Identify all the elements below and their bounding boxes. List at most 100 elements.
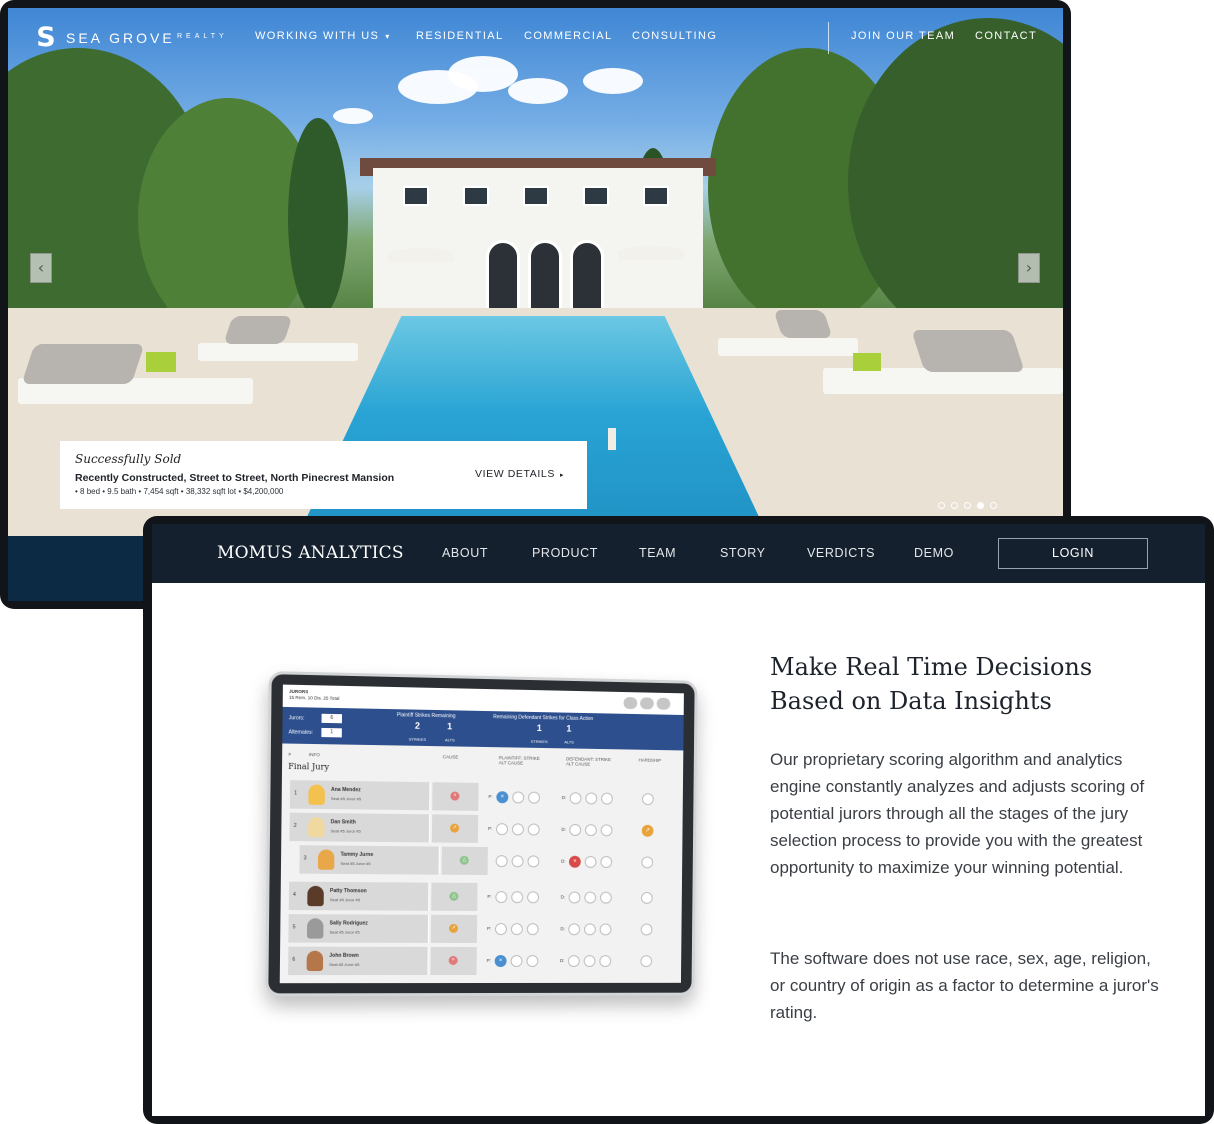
defendant-alt-toggle[interactable] — [584, 824, 597, 837]
juror-avatar — [307, 885, 324, 907]
defendant-strike-toggle[interactable]: × — [568, 855, 581, 868]
plaintiff-alt-toggle[interactable] — [510, 923, 523, 936]
cause-icon[interactable]: △ — [459, 855, 469, 865]
juror-row[interactable]: 2 Dan Smith Seat #5 Juror #5 ↗ P: D: ↗ — [289, 812, 680, 845]
plaintiff-alt-toggle[interactable] — [510, 955, 523, 968]
plaintiff-strike-toggle[interactable] — [494, 923, 507, 936]
nav-commercial[interactable]: COMMERCIAL — [524, 30, 613, 42]
nav-consulting[interactable]: CONSULTING — [632, 30, 717, 42]
nav-demo[interactable]: DEMO — [914, 546, 954, 560]
plaintiff-strike-toggle[interactable]: × — [496, 791, 509, 804]
juror-seat: Seat #5 Juror #5 — [340, 860, 371, 867]
defendant-strike-toggle[interactable] — [568, 891, 581, 904]
slider-dot[interactable] — [938, 502, 945, 509]
plaintiff-label: P: — [488, 794, 493, 800]
juror-row[interactable]: 3 Tammy Jurne Seat #5 Juror #5 △ D: × — [289, 845, 680, 876]
hardship-toggle[interactable] — [640, 955, 653, 968]
toolbar-pill[interactable] — [656, 697, 671, 710]
juror-seat: Seat #5 Juror #5 — [329, 961, 360, 967]
jury-app-screen: JURORS 15 Rem. 10 Dis. 25 Total Jurors: … — [279, 684, 684, 984]
hardship-toggle[interactable] — [642, 793, 654, 806]
defendant-strike-toggle[interactable] — [569, 823, 582, 837]
defendant-cause-toggle[interactable] — [600, 824, 613, 837]
login-button[interactable]: LOGIN — [998, 538, 1148, 569]
sea-grove-logo-icon[interactable]: S — [34, 24, 58, 51]
plaintiff-alt-toggle[interactable] — [511, 855, 524, 868]
cause-icon[interactable]: △ — [449, 891, 459, 901]
plaintiff-cause-toggle[interactable] — [527, 855, 540, 868]
nav-contact[interactable]: CONTACT — [975, 30, 1037, 42]
plaintiff-alt-toggle[interactable] — [511, 891, 524, 904]
plaintiff-cause-toggle[interactable] — [526, 955, 539, 968]
nav-working-with-us[interactable]: WORKING WITH US ▾ — [255, 30, 391, 42]
defendant-cause-toggle[interactable] — [599, 955, 612, 968]
jurors-label: Jurors: — [288, 715, 305, 722]
defendant-strike-toggle[interactable] — [569, 792, 582, 805]
plaintiff-strike-toggle[interactable] — [495, 891, 508, 904]
slider-dot-active[interactable] — [977, 502, 984, 509]
nav-team[interactable]: TEAM — [639, 546, 676, 560]
hardship-toggle[interactable]: ↗ — [641, 824, 654, 837]
defendant-strike-toggle[interactable] — [567, 955, 580, 968]
slider-prev-arrow-icon[interactable]: ‹ — [30, 253, 52, 283]
defendant-cause-toggle[interactable] — [600, 856, 613, 869]
defendant-alt-toggle[interactable] — [585, 792, 598, 805]
plaintiff-strike-toggle[interactable]: × — [494, 955, 507, 968]
plaintiff-strike-toggle[interactable] — [495, 855, 508, 868]
slider-dot[interactable] — [964, 502, 971, 509]
plaintiff-cause-toggle[interactable] — [528, 791, 541, 804]
plaintiff-cause-toggle[interactable] — [527, 891, 540, 904]
defendant-alt-toggle[interactable] — [584, 855, 597, 868]
nav-product[interactable]: PRODUCT — [532, 546, 598, 560]
plaintiff-cause-toggle[interactable] — [527, 823, 540, 836]
jurors-count-field[interactable]: 6 — [321, 713, 343, 724]
hardship-toggle[interactable] — [640, 923, 653, 936]
defendant-alt-toggle[interactable] — [583, 923, 596, 936]
cause-icon[interactable]: × — [448, 955, 458, 965]
defendant-cause-toggle[interactable] — [599, 923, 612, 936]
plaintiff-strike-toggle[interactable] — [495, 823, 509, 836]
slider-dot[interactable] — [990, 502, 997, 509]
nav-working-with-us-label: WORKING WITH US — [255, 30, 380, 42]
hardship-toggle[interactable] — [641, 856, 654, 869]
nav-about[interactable]: ABOUT — [442, 546, 488, 560]
arrow-right-icon: ▸ — [559, 472, 565, 479]
col-cause: CAUSE — [442, 754, 459, 760]
defendant-cause-toggle[interactable] — [600, 792, 613, 805]
cause-icon[interactable]: ↗ — [450, 823, 460, 833]
alternates-label: Alternates: — [288, 729, 314, 736]
hardship-toggle[interactable] — [640, 891, 653, 904]
defendant-alt-toggle[interactable] — [584, 891, 597, 904]
plaintiff-cause-toggle[interactable] — [526, 923, 539, 936]
toolbar-pill[interactable] — [623, 696, 638, 710]
col-num: # — [288, 751, 291, 757]
view-details-link[interactable]: VIEW DETAILS ▸ — [475, 468, 564, 480]
juror-seat: Seat #5 Juror #5 — [329, 929, 360, 935]
juror-row[interactable]: 1 Ana Mendez Seat #5 Juror #5 × P: × D: — [289, 780, 681, 813]
nav-residential[interactable]: RESIDENTIAL — [416, 30, 504, 42]
defendant-alt-toggle[interactable] — [583, 955, 596, 968]
slider-next-arrow-icon[interactable]: › — [1018, 253, 1040, 283]
defendant-strike-toggle[interactable] — [568, 923, 581, 936]
juror-row[interactable]: 5 Sally Rodriguez Seat #5 Juror #5 ↗ P: D: — [288, 914, 679, 943]
juror-name: John Brown — [329, 952, 359, 959]
momus-logo[interactable]: MOMUS ANALYTICS — [217, 543, 404, 563]
juror-avatar — [308, 816, 325, 838]
logo-text[interactable]: SEA GROVE — [66, 30, 175, 46]
nav-verdicts[interactable]: VERDICTS — [807, 546, 875, 560]
juror-row[interactable]: 6 John Brown Seat #5 Juror #5 × P: × D: — [288, 946, 679, 976]
alternates-count-field[interactable]: 1 — [321, 727, 342, 738]
nav-story[interactable]: STORY — [720, 546, 766, 560]
toolbar-pill[interactable] — [640, 697, 654, 710]
defendant-cause-toggle[interactable] — [599, 891, 612, 904]
juror-row[interactable]: 4 Patty Thomson Seat #5 Juror #5 △ P: D: — [288, 881, 680, 912]
juror-name: Dan Smith — [330, 819, 356, 826]
slider-dot[interactable] — [951, 502, 958, 509]
nav-join-our-team[interactable]: JOIN OUR TEAM — [851, 30, 955, 42]
cause-icon[interactable]: × — [450, 791, 460, 801]
cause-icon[interactable]: ↗ — [448, 923, 459, 933]
plaintiff-alts-value: 1 — [447, 721, 453, 732]
plaintiff-label: P: — [486, 958, 491, 964]
plaintiff-alt-toggle[interactable] — [511, 823, 524, 836]
plaintiff-alt-toggle[interactable] — [512, 791, 525, 804]
